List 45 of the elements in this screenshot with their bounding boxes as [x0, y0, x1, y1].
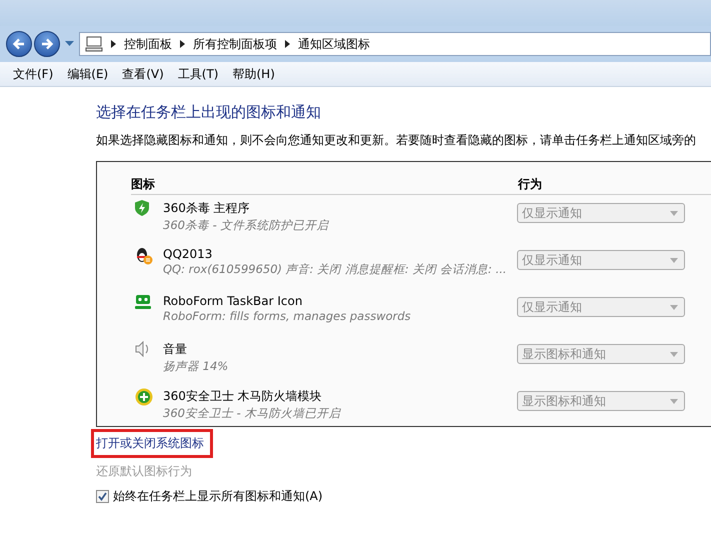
- caret-icon: [670, 352, 678, 356]
- app-name: 360杀毒 主程序: [163, 200, 251, 217]
- app-name: QQ2013: [163, 247, 214, 261]
- back-button[interactable]: [6, 31, 32, 57]
- checkbox-label: 始终在任务栏上显示所有图标和通知(A): [113, 488, 323, 505]
- checkbox[interactable]: [96, 490, 109, 503]
- menu-item[interactable]: 工具(T): [170, 66, 226, 82]
- menu-item[interactable]: 帮助(H): [226, 66, 282, 82]
- app-status-text: 360杀毒 - 文件系统防护已开启: [163, 218, 330, 233]
- chevron-icon: [180, 40, 185, 48]
- penguin-icon: [135, 247, 153, 265]
- back-arrow-icon: [12, 37, 26, 51]
- menu-item[interactable]: 文件(F): [6, 66, 60, 82]
- forward-button[interactable]: [34, 31, 60, 57]
- forward-arrow-icon: [40, 37, 54, 51]
- breadcrumb[interactable]: 控制面板: [124, 36, 172, 52]
- caret-icon: [670, 304, 678, 310]
- link[interactable]: 打开或关闭系统图标: [94, 432, 210, 455]
- computer-icon: [85, 36, 103, 52]
- menu-item[interactable]: 编辑(E): [60, 66, 116, 82]
- speaker-icon: [135, 341, 151, 357]
- app-status-text: 360安全卫士 - 木马防火墙已开启: [163, 406, 342, 421]
- app-status-text: 扬声器 14%: [163, 359, 230, 374]
- caret-icon: [670, 398, 678, 404]
- column-header: 行为: [518, 176, 542, 193]
- menu-item[interactable]: 查看(V): [115, 66, 171, 82]
- column-header: 图标: [131, 176, 156, 193]
- description-text: 如果选择隐藏图标和通知，则不会向您通知更改和更新。若要随时查看隐藏的图标，请单击任务栏上通知区域旁的: [96, 132, 697, 149]
- plus-icon: [135, 388, 153, 406]
- app-name: 音量: [163, 341, 188, 358]
- dropdown-caret-icon[interactable]: [65, 41, 74, 47]
- address-bar[interactable]: 控制面板 所有控制面板项 通知区域图标: [79, 32, 711, 56]
- breadcrumb[interactable]: 所有控制面板项: [193, 36, 277, 52]
- app-name: RoboForm TaskBar Icon: [163, 294, 304, 308]
- app-name: 360安全卫士 木马防火墙模块: [163, 388, 323, 405]
- caret-icon: [670, 258, 678, 262]
- shield-icon: [135, 200, 149, 216]
- robot-icon: [135, 294, 151, 310]
- app-status-text: QQ: rox(610599650) 声音: 关闭 消息提醒框: 关闭 会话消息: ...: [163, 262, 508, 277]
- app-status-text: RoboForm: fills forms, manages passwords: [163, 309, 412, 323]
- chevron-icon: [285, 40, 290, 48]
- breadcrumb[interactable]: 通知区域图标: [298, 36, 370, 52]
- caret-icon: [670, 210, 678, 216]
- chevron-icon: [111, 40, 116, 48]
- page-heading: 选择在任务栏上出现的图标和通知: [96, 103, 322, 122]
